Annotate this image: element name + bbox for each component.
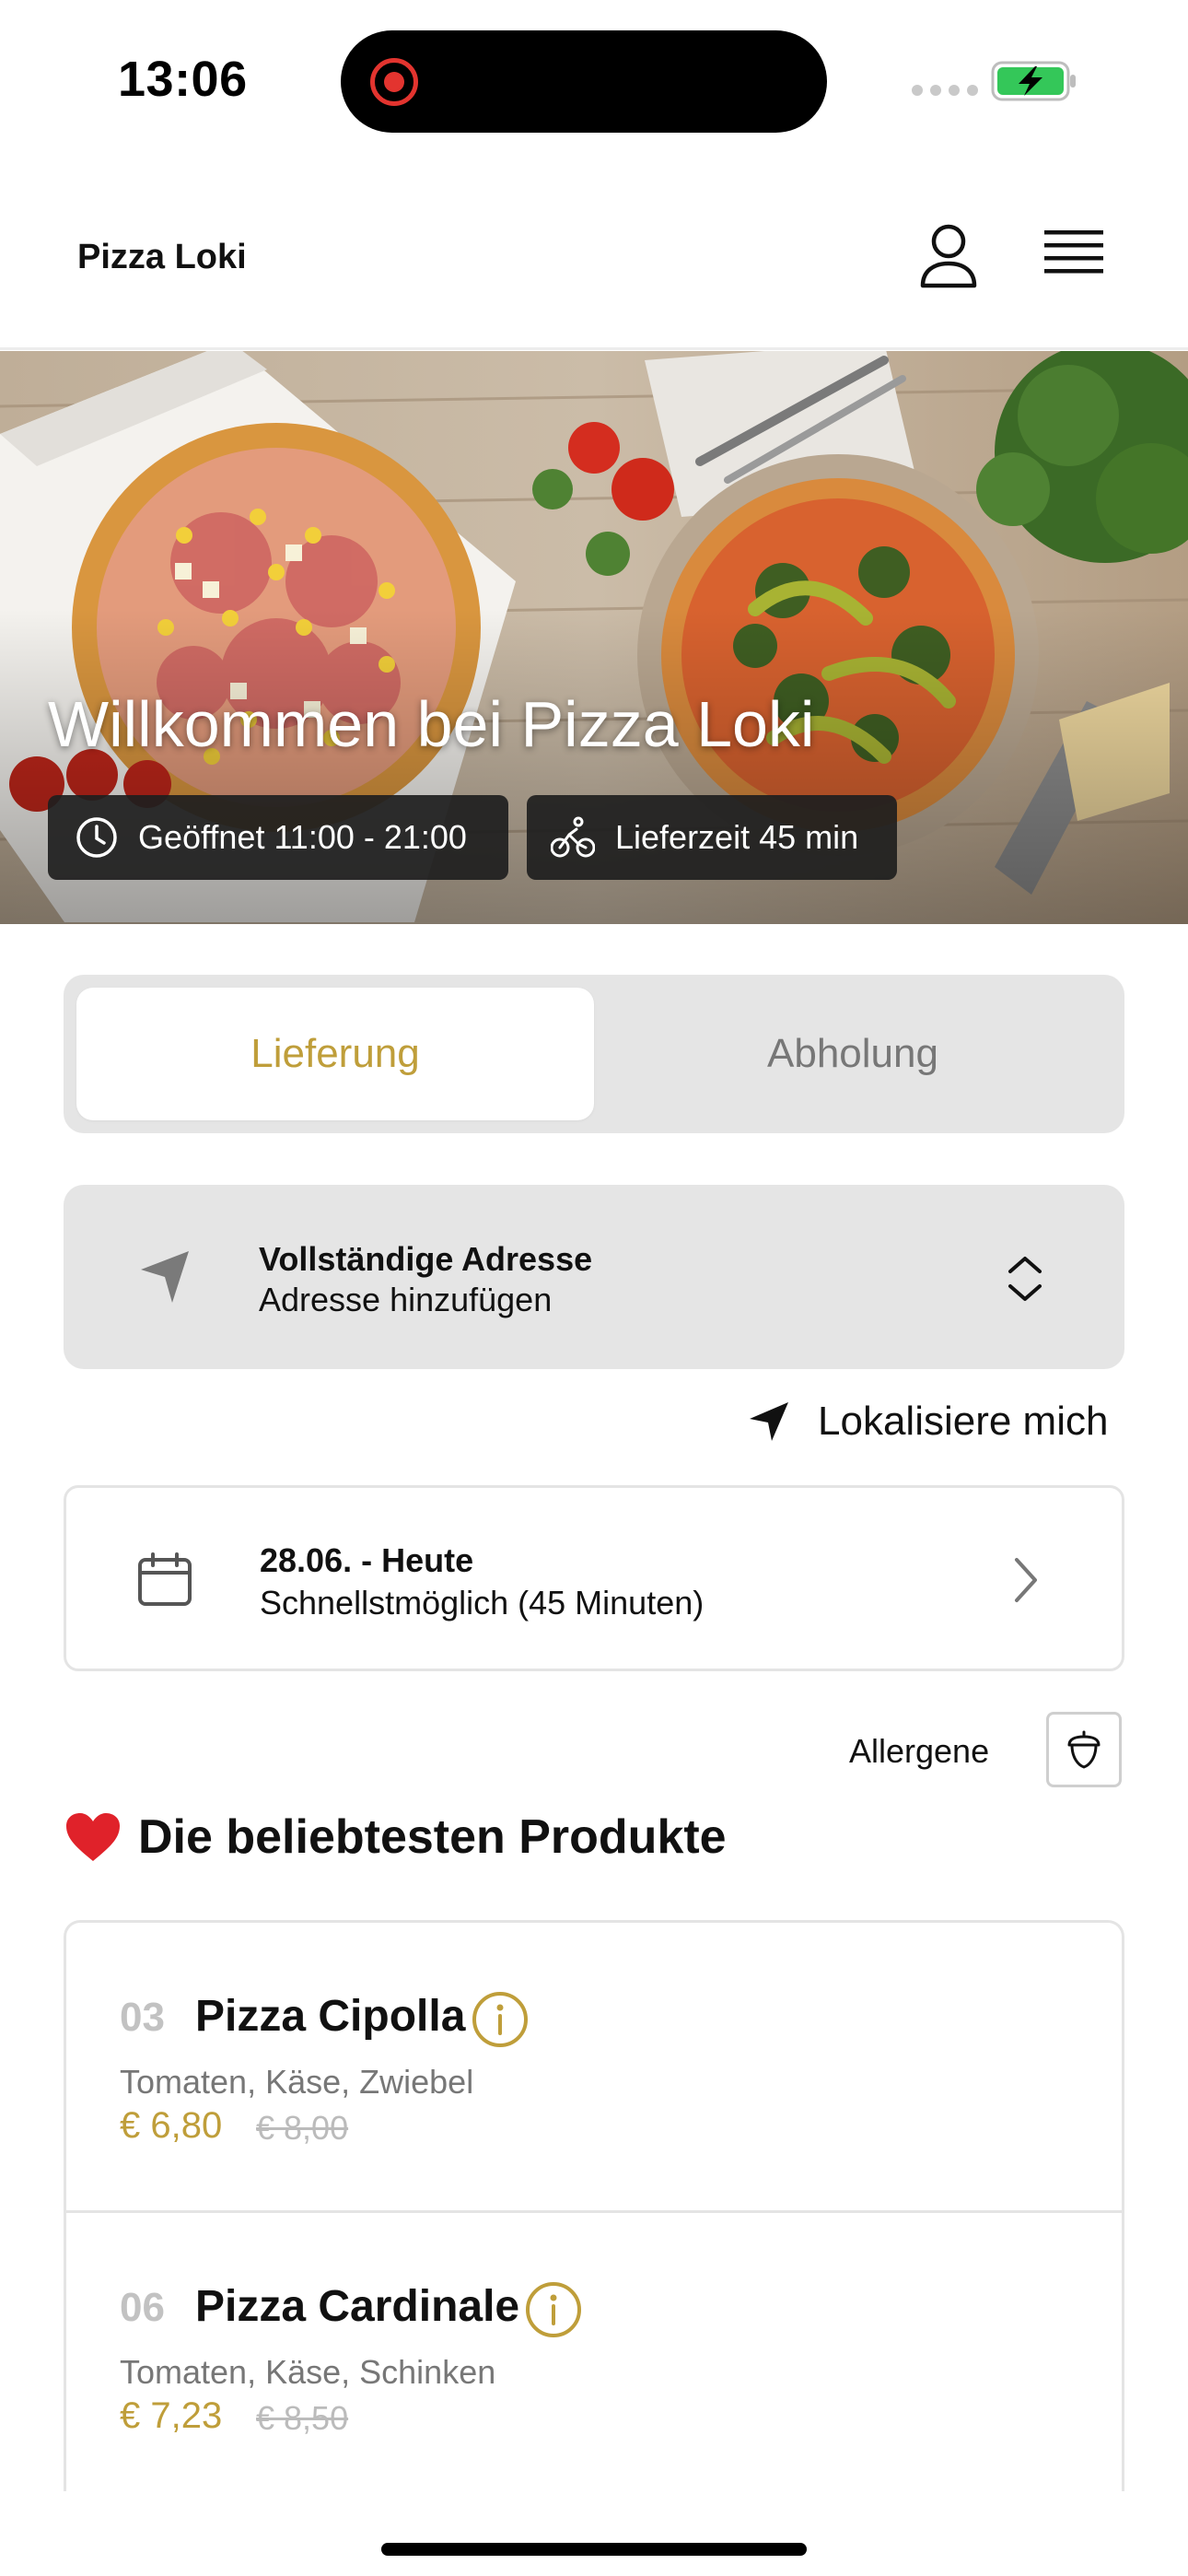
product-number: 03 (120, 1995, 165, 2040)
hero-title: Willkommen bei Pizza Loki (48, 688, 815, 760)
app-header: Pizza Loki (0, 175, 1188, 350)
hero-banner: Willkommen bei Pizza Loki Geöffnet 11:00… (0, 351, 1188, 924)
clock-icon (76, 817, 117, 858)
product-description: Tomaten, Käse, Schinken (120, 2353, 496, 2391)
tab-pickup[interactable]: Abholung (594, 988, 1112, 1120)
navigation-arrow-icon (141, 1251, 189, 1303)
product-price: € 6,80 (120, 2105, 223, 2146)
bicycle-icon (551, 816, 595, 858)
delivery-time-badge: Lieferzeit 45 min (527, 795, 897, 880)
popular-products-heading: Die beliebtesten Produkte (64, 1809, 727, 1865)
product-number: 06 (120, 2285, 165, 2330)
delivery-time-text: Lieferzeit 45 min (615, 818, 859, 856)
brand-name[interactable]: Pizza Loki (77, 238, 247, 277)
delivery-date-selector[interactable]: 28.06. - Heute Schnellstmöglich (45 Minu… (64, 1485, 1124, 1671)
info-icon[interactable] (525, 2281, 582, 2338)
delivery-date-subtitle: Schnellstmöglich (45 Minuten) (260, 1584, 705, 1622)
info-icon[interactable] (472, 1991, 529, 2048)
chevron-right-icon (1015, 1558, 1037, 1602)
calendar-icon (138, 1552, 192, 1606)
product-old-price: € 8,50 (256, 2399, 349, 2437)
home-indicator[interactable] (381, 2543, 807, 2556)
delivery-date-title: 28.06. - Heute (260, 1541, 474, 1579)
locate-me-button[interactable]: Lokalisiere mich (748, 1399, 1108, 1445)
recording-indicator-icon (370, 58, 418, 106)
acorn-icon (1067, 1730, 1101, 1769)
product-item[interactable]: 03 Pizza Cipolla Tomaten, Käse, Zwiebel … (66, 1923, 1122, 2210)
menu-icon[interactable] (1041, 225, 1107, 286)
user-icon[interactable] (917, 223, 980, 289)
allergens-label: Allergene (849, 1732, 990, 1770)
address-subtitle: Adresse hinzufügen (259, 1281, 553, 1318)
tab-delivery[interactable]: Lieferung (76, 988, 594, 1120)
opening-hours-text: Geöffnet 11:00 - 21:00 (138, 818, 467, 856)
locate-me-label: Lokalisiere mich (818, 1399, 1109, 1444)
dynamic-island (341, 30, 827, 133)
product-list: 03 Pizza Cipolla Tomaten, Käse, Zwiebel … (64, 1920, 1124, 2491)
chevron-up-down-icon (1008, 1257, 1042, 1301)
battery-charging-icon (991, 61, 1076, 101)
address-title: Vollständige Adresse (259, 1240, 593, 1278)
product-item[interactable]: 06 Pizza Cardinale Tomaten, Käse, Schink… (66, 2210, 1122, 2491)
status-time: 13:06 (118, 52, 248, 107)
product-name: Pizza Cipolla (195, 1992, 466, 2041)
address-selector[interactable]: Vollständige Adresse Adresse hinzufügen (64, 1185, 1124, 1369)
popular-products-title: Die beliebtesten Produkte (138, 1810, 727, 1864)
product-old-price: € 8,00 (256, 2109, 349, 2147)
heart-icon (66, 1813, 120, 1861)
product-name: Pizza Cardinale (195, 2282, 520, 2331)
product-price: € 7,23 (120, 2395, 223, 2436)
status-bar: 13:06 (0, 0, 1188, 157)
signal-icon (912, 85, 978, 96)
opening-hours-badge: Geöffnet 11:00 - 21:00 (48, 795, 508, 880)
product-description: Tomaten, Käse, Zwiebel (120, 2063, 474, 2101)
location-arrow-icon (750, 1402, 788, 1441)
allergens-button[interactable] (1046, 1712, 1122, 1787)
order-mode-toggle: Lieferung Abholung (64, 975, 1124, 1133)
